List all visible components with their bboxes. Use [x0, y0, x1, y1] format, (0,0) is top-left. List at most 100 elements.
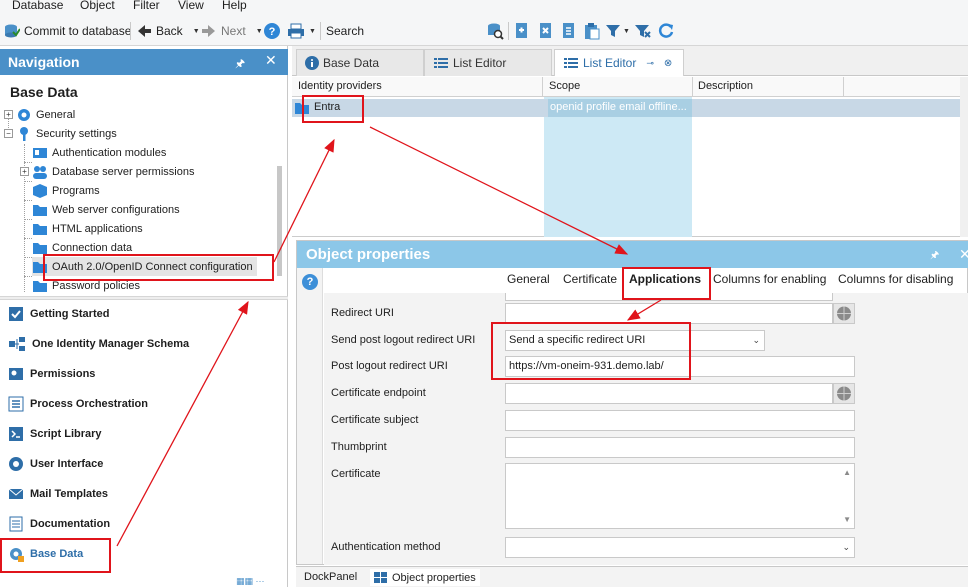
tree-item-database-server-permissions[interactable]: Database server permissions: [32, 162, 194, 181]
filter-dropdown-icon[interactable]: ▼: [623, 28, 630, 35]
commit-button[interactable]: Commit to database: [4, 22, 131, 40]
print-button[interactable]: ▼: [287, 22, 316, 40]
tab-certificate[interactable]: Certificate: [563, 272, 617, 286]
menu-filter[interactable]: Filter: [133, 0, 160, 12]
database-search-button[interactable]: [486, 22, 504, 40]
menu-object[interactable]: Object: [80, 0, 115, 12]
nav-category-user-interface[interactable]: User Interface: [8, 453, 103, 475]
back-dropdown-icon[interactable]: ▼: [193, 28, 200, 35]
commit-label: Commit to database: [24, 24, 132, 38]
thumbprint-input[interactable]: [505, 437, 855, 458]
tab-dockpanel[interactable]: DockPanel: [304, 571, 357, 583]
grid-icon: [374, 571, 387, 583]
copy-button[interactable]: [561, 22, 577, 40]
checklist-icon: [9, 307, 23, 321]
users-icon: [33, 165, 47, 179]
globe-button[interactable]: [833, 383, 855, 404]
tree-item-label: Password policies: [52, 279, 141, 292]
tree-scrollbar[interactable]: [277, 166, 282, 276]
paste-button[interactable]: [584, 22, 600, 40]
tab-columns-for-enabling[interactable]: Columns for enabling: [713, 272, 826, 286]
collapse-security-icon[interactable]: −: [4, 129, 13, 138]
globe-button[interactable]: [833, 303, 855, 324]
tab-general[interactable]: General: [507, 272, 550, 286]
authentication-method-select[interactable]: ⌄: [505, 537, 855, 558]
nav-category-script-library[interactable]: Script Library: [8, 423, 102, 445]
tree-item-html-applications[interactable]: HTML applications: [32, 219, 143, 238]
back-label: Back: [156, 24, 183, 38]
tree-item-general[interactable]: General: [16, 105, 75, 124]
nav-category-getting-started[interactable]: Getting Started: [8, 303, 109, 325]
close-icon[interactable]: ✕: [959, 246, 968, 263]
expand-db-permissions-icon[interactable]: +: [20, 167, 29, 176]
column-header-scope[interactable]: Scope: [549, 80, 580, 92]
grid-scrollbar[interactable]: [960, 77, 968, 237]
nav-category-label: Process Orchestration: [30, 398, 148, 410]
print-dropdown-icon[interactable]: ▼: [309, 28, 316, 35]
menu-view[interactable]: View: [178, 0, 204, 12]
navigation-header: Navigation 🖈 ✕: [0, 49, 288, 75]
arrow-left-icon: [138, 25, 151, 37]
nav-category-schema[interactable]: One Identity Manager Schema: [8, 333, 189, 355]
clear-filter-button[interactable]: [634, 22, 652, 40]
arrow-right-icon: [202, 25, 215, 37]
tab-list-editor-active[interactable]: List Editor ⊸ ⊗: [554, 49, 684, 76]
post-logout-uri-label: Post logout redirect URI: [331, 360, 448, 372]
search-button[interactable]: Search: [326, 22, 364, 40]
tab-object-properties[interactable]: Object properties: [370, 569, 480, 586]
overflow-menu-icon[interactable]: ▦▦ ···: [236, 576, 265, 587]
close-tab-icon[interactable]: ⊗: [664, 58, 672, 69]
nav-category-label: Documentation: [30, 518, 111, 530]
close-icon[interactable]: ✕: [265, 52, 277, 69]
tab-list-editor[interactable]: List Editor: [424, 49, 552, 76]
pin-icon[interactable]: 🖈: [235, 55, 245, 74]
nav-category-label: Script Library: [30, 428, 102, 440]
tree-item-web-server-configurations[interactable]: Web server configurations: [32, 200, 180, 219]
object-properties-header: Object properties 🖈 ✕: [297, 241, 968, 268]
tab-base-data[interactable]: Base Data: [296, 49, 424, 76]
thumbprint-label: Thumbprint: [331, 441, 387, 453]
schema-icon: [9, 337, 25, 351]
certificate-endpoint-input[interactable]: [505, 383, 833, 404]
filter-button[interactable]: ▼: [605, 22, 630, 40]
menu-help[interactable]: Help: [222, 0, 247, 12]
mail-icon: [8, 488, 24, 499]
gear-icon: [18, 108, 30, 121]
send-post-logout-label: Send post logout redirect URI: [331, 334, 476, 346]
document-tabs: Base Data List Editor List Editor ⊸ ⊗: [292, 46, 968, 76]
certificate-textarea[interactable]: ▲ ▼: [505, 463, 855, 529]
delete-object-button[interactable]: [538, 22, 554, 40]
pin-icon[interactable]: ⊸: [646, 58, 654, 69]
certificate-subject-input[interactable]: [505, 410, 855, 431]
navigation-splitter[interactable]: [0, 296, 288, 300]
nav-category-label: Getting Started: [30, 308, 110, 320]
back-button[interactable]: Back ▼: [136, 22, 200, 40]
menu-database[interactable]: Database: [12, 0, 63, 12]
help-icon[interactable]: ?: [302, 274, 318, 290]
nav-category-documentation[interactable]: Documentation: [8, 513, 110, 535]
info-icon: [305, 56, 319, 70]
tree-item-security-settings[interactable]: Security settings: [16, 124, 117, 143]
column-header-description[interactable]: Description: [698, 80, 753, 92]
expand-general-icon[interactable]: +: [4, 110, 13, 119]
nav-category-process-orchestration[interactable]: Process Orchestration: [8, 393, 148, 415]
pin-icon[interactable]: 🖈: [930, 248, 939, 265]
redirect-uri-input[interactable]: [505, 303, 833, 324]
next-button[interactable]: Next ▼: [201, 22, 263, 40]
tab-label: DockPanel: [304, 571, 358, 583]
next-dropdown-icon[interactable]: ▼: [256, 28, 263, 35]
nav-category-mail-templates[interactable]: Mail Templates: [8, 483, 108, 505]
nav-category-permissions[interactable]: Permissions: [8, 363, 95, 385]
tree-item-authentication-modules[interactable]: Authentication modules: [32, 143, 166, 162]
scroll-up-icon[interactable]: ▲: [843, 468, 851, 477]
column-header-identity-providers[interactable]: Identity providers: [298, 80, 382, 92]
tree-item-programs[interactable]: Programs: [32, 181, 100, 200]
scroll-down-icon[interactable]: ▼: [843, 515, 851, 524]
refresh-button[interactable]: [657, 22, 675, 40]
help-button[interactable]: ?: [264, 22, 280, 40]
new-object-button[interactable]: [514, 22, 530, 40]
tab-columns-for-disabling[interactable]: Columns for disabling: [838, 272, 953, 286]
table-row[interactable]: Entra openid profile email offline...: [292, 99, 968, 117]
next-label: Next: [221, 24, 246, 38]
tree-item-label: Connection data: [52, 241, 133, 254]
